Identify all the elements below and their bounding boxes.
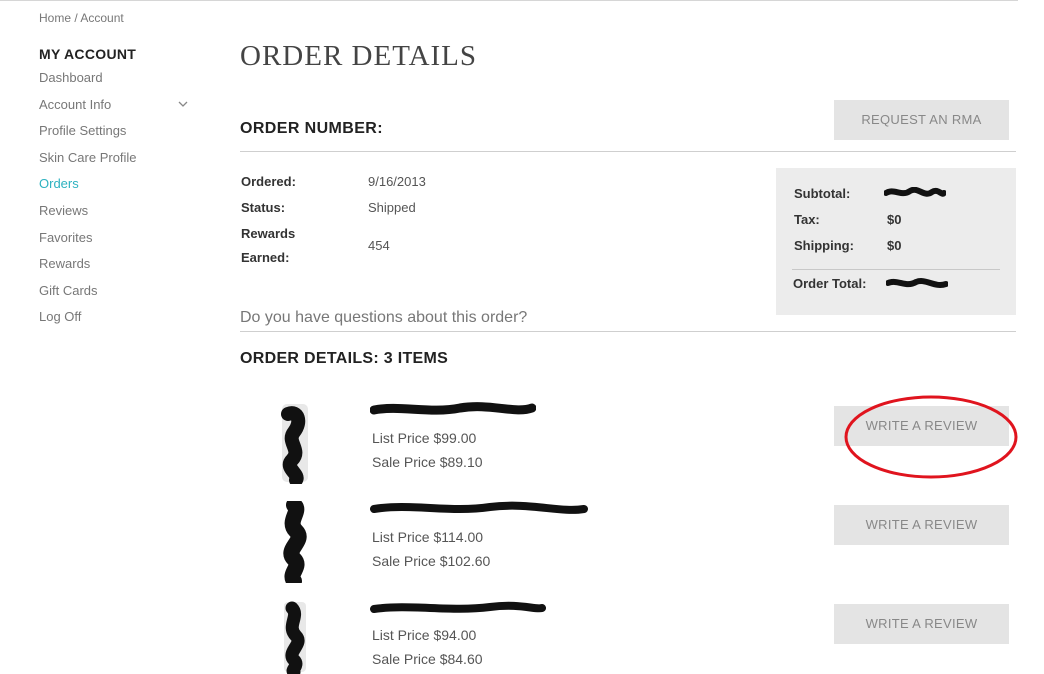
breadcrumb: Home / Account [39, 11, 124, 25]
sidebar-item-profile-settings[interactable]: Profile Settings [39, 121, 199, 148]
redacted-product-name[interactable] [370, 402, 536, 418]
product-thumbnail[interactable] [278, 402, 312, 484]
product-thumbnail[interactable] [278, 600, 312, 674]
sidebar-title: MY ACCOUNT [39, 46, 137, 62]
order-questions-link[interactable]: Do you have questions about this order? [240, 309, 527, 327]
order-item: List Price $94.00 Sale Price $84.60 WRIT… [0, 600, 1044, 674]
breadcrumb-home[interactable]: Home [39, 11, 71, 25]
sidebar-item-label: Account Info [39, 96, 112, 112]
sidebar-item-gift-cards[interactable]: Gift Cards [39, 281, 199, 308]
tax-label: Tax: [794, 212, 820, 227]
sidebar-item-rewards[interactable]: Rewards [39, 254, 199, 281]
product-thumbnail[interactable] [278, 501, 312, 583]
section-divider [240, 331, 1016, 332]
list-price: List Price $99.00 [372, 430, 477, 446]
request-rma-button[interactable]: REQUEST AN RMA [834, 100, 1009, 140]
page-title: ORDER DETAILS [240, 40, 478, 72]
write-review-button[interactable]: WRITE A REVIEW [834, 604, 1009, 644]
redacted-product-name[interactable] [370, 600, 546, 616]
list-price: List Price $94.00 [372, 627, 477, 643]
summary-divider [792, 269, 1000, 270]
top-divider [0, 0, 1018, 1]
ordered-value: 9/16/2013 [368, 174, 426, 189]
highlight-annotation-circle [844, 395, 1018, 479]
sidebar-item-account-info[interactable]: Account Info [39, 95, 199, 122]
sidebar-item-orders[interactable]: Orders [39, 174, 199, 201]
account-sidebar: MY ACCOUNT Dashboard Account Info Profil… [39, 46, 199, 334]
redacted-product-name[interactable] [370, 501, 590, 517]
order-items-heading: ORDER DETAILS: 3 ITEMS [240, 350, 449, 367]
status-value: Shipped [368, 200, 416, 215]
ordered-label: Ordered: [241, 174, 296, 189]
chevron-down-icon[interactable] [177, 98, 189, 110]
shipping-label: Shipping: [794, 238, 854, 253]
order-total-label: Order Total: [793, 276, 867, 291]
status-label: Status: [241, 200, 286, 215]
rewards-label-line1: Rewards [241, 226, 296, 241]
section-divider [240, 151, 1016, 152]
breadcrumb-separator: / [71, 11, 81, 25]
sale-price: Sale Price $102.60 [372, 553, 491, 569]
sale-price: Sale Price $84.60 [372, 651, 483, 667]
breadcrumb-current: Account [80, 11, 124, 25]
redacted-total-mark [886, 278, 948, 288]
order-number-label: ORDER NUMBER: [240, 120, 383, 137]
sidebar-item-reviews[interactable]: Reviews [39, 201, 199, 228]
shipping-value: $0 [887, 238, 902, 253]
sidebar-item-dashboard[interactable]: Dashboard [39, 68, 199, 95]
rewards-value: 454 [368, 238, 390, 253]
redacted-subtotal-mark [884, 187, 946, 197]
rewards-label-line2: Earned: [241, 250, 290, 265]
order-summary-box: Subtotal: Tax: $0 Shipping: $0 Order Tot… [776, 168, 1016, 315]
write-review-button[interactable]: WRITE A REVIEW [834, 505, 1009, 545]
subtotal-label: Subtotal: [794, 186, 851, 201]
sidebar-item-favorites[interactable]: Favorites [39, 228, 199, 255]
list-price: List Price $114.00 [372, 529, 484, 545]
tax-value: $0 [887, 212, 902, 227]
sidebar-item-log-off[interactable]: Log Off [39, 307, 199, 334]
sale-price: Sale Price $89.10 [372, 454, 483, 470]
order-item: List Price $114.00 Sale Price $102.60 WR… [0, 501, 1044, 591]
highlight-ellipse [844, 395, 1018, 479]
sidebar-item-skin-care-profile[interactable]: Skin Care Profile [39, 148, 199, 175]
